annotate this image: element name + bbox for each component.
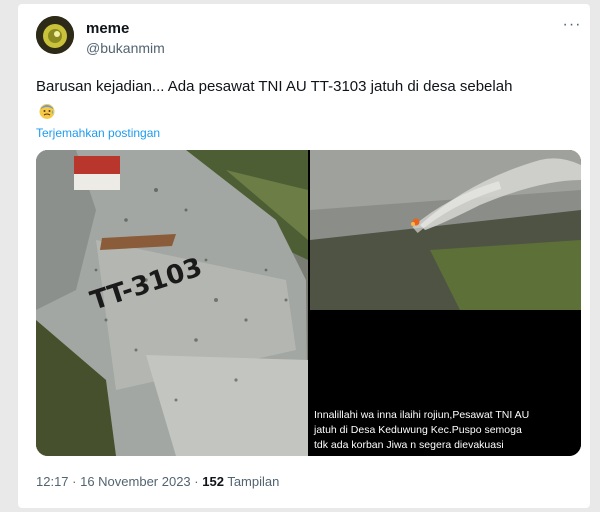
media-photo-smoke[interactable] [310, 150, 581, 310]
timestamp[interactable]: 12:17 · 16 November 2023 · [36, 474, 199, 489]
tweet-card: meme @bukanmim ··· Barusan kejadian... A… [18, 4, 590, 508]
avatar-icon [36, 16, 74, 54]
views-count: 152 [202, 474, 224, 489]
aircraft-tail-photo: TT-3103 [36, 150, 308, 456]
caption-line: jatuh di Desa Keduwung Kec.Puspo semoga [314, 424, 522, 436]
author-handle[interactable]: @bukanmim [86, 40, 165, 56]
caption-line: tdk ada korban Jiwa n segera dievakuasi [314, 439, 504, 451]
tweet-text: Barusan kejadian... Ada pesawat TNI AU T… [36, 78, 513, 95]
author-display-name[interactable]: meme [86, 20, 129, 37]
caption-line: Innalillahi wa inna ilaihi rojiun,Pesawa… [314, 409, 530, 421]
anxious-face-emoji [39, 104, 55, 119]
crash-smoke-photo [310, 150, 581, 310]
media-photo-tail[interactable]: TT-3103 [36, 150, 308, 456]
translate-link[interactable]: Terjemahkan postingan [36, 126, 160, 140]
more-icon[interactable]: ··· [562, 17, 582, 38]
media-caption: Innalillahi wa inna ilaihi rojiun,Pesawa… [314, 408, 578, 453]
media-caption-panel[interactable]: Innalillahi wa inna ilaihi rojiun,Pesawa… [310, 310, 581, 456]
tweet-meta: 12:17 · 16 November 2023 · 152 Tampilan [36, 474, 279, 489]
views-label: Tampilan [227, 474, 280, 489]
avatar[interactable] [36, 16, 74, 54]
media-grid[interactable]: TT-3103 Innalillahi wa inna ilaihi rojiu… [36, 150, 581, 456]
